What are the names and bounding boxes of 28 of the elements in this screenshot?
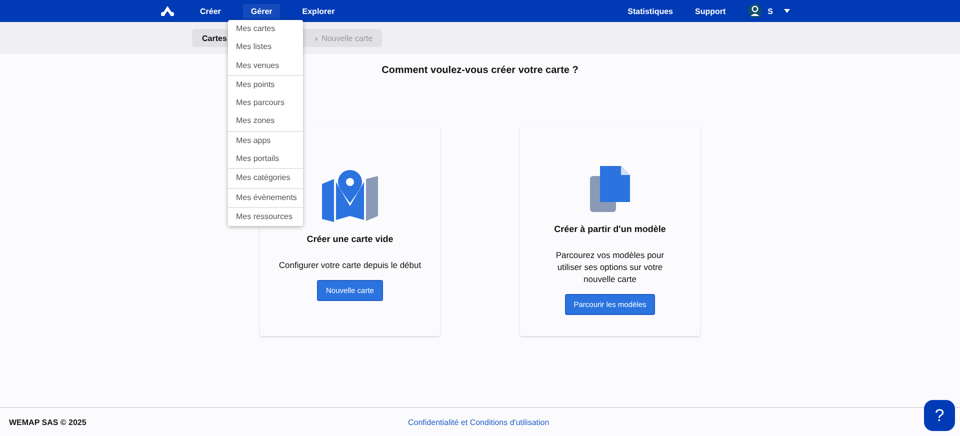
help-button[interactable]: ? (924, 400, 955, 431)
page-heading: Comment voulez-vous créer votre carte ? (382, 65, 578, 76)
nav-link[interactable]: Gérer (242, 4, 280, 18)
card-title: Créer à partir d'un modèle (554, 224, 666, 234)
menu-item[interactable]: Mes ressources (228, 208, 303, 226)
card-title: Créer une carte vide (306, 234, 394, 244)
menu-item[interactable]: Mes portails (228, 150, 303, 168)
copyright-text: WEMAP SAS © 2025 (9, 418, 88, 426)
menu-item[interactable]: Mes apps (228, 132, 303, 150)
card-description: Configurer votre carte depuis le début (278, 259, 422, 271)
nav-link[interactable]: Créer (192, 4, 229, 18)
caret-icon[interactable] (784, 9, 790, 13)
menu-item[interactable]: Mes catégories (228, 169, 303, 188)
avatar-icon[interactable] (748, 4, 762, 18)
map-pin-icon (322, 170, 378, 222)
privacy-link[interactable]: Confidentialité et Conditions d'utilisation (408, 418, 550, 426)
menu-item[interactable]: Mes évènements (228, 188, 303, 207)
menu-item[interactable]: Mes zones (228, 112, 303, 131)
logo-icon[interactable] (160, 5, 175, 17)
copy-documents-icon (590, 166, 630, 212)
menu-item[interactable]: Mes venues (228, 56, 303, 75)
nav-link[interactable]: Explorer (294, 4, 343, 18)
card-description: Parcourez vos modèles pour utiliser ses options sur votre nouvelle carte (554, 249, 666, 285)
user-initial[interactable]: S (768, 6, 773, 16)
menu-item[interactable]: Mes points (228, 76, 303, 94)
nav-link[interactable]: Statistiques (628, 6, 673, 16)
menu-item[interactable]: Mes parcours (228, 94, 303, 112)
nav-link[interactable]: Support (694, 6, 726, 16)
